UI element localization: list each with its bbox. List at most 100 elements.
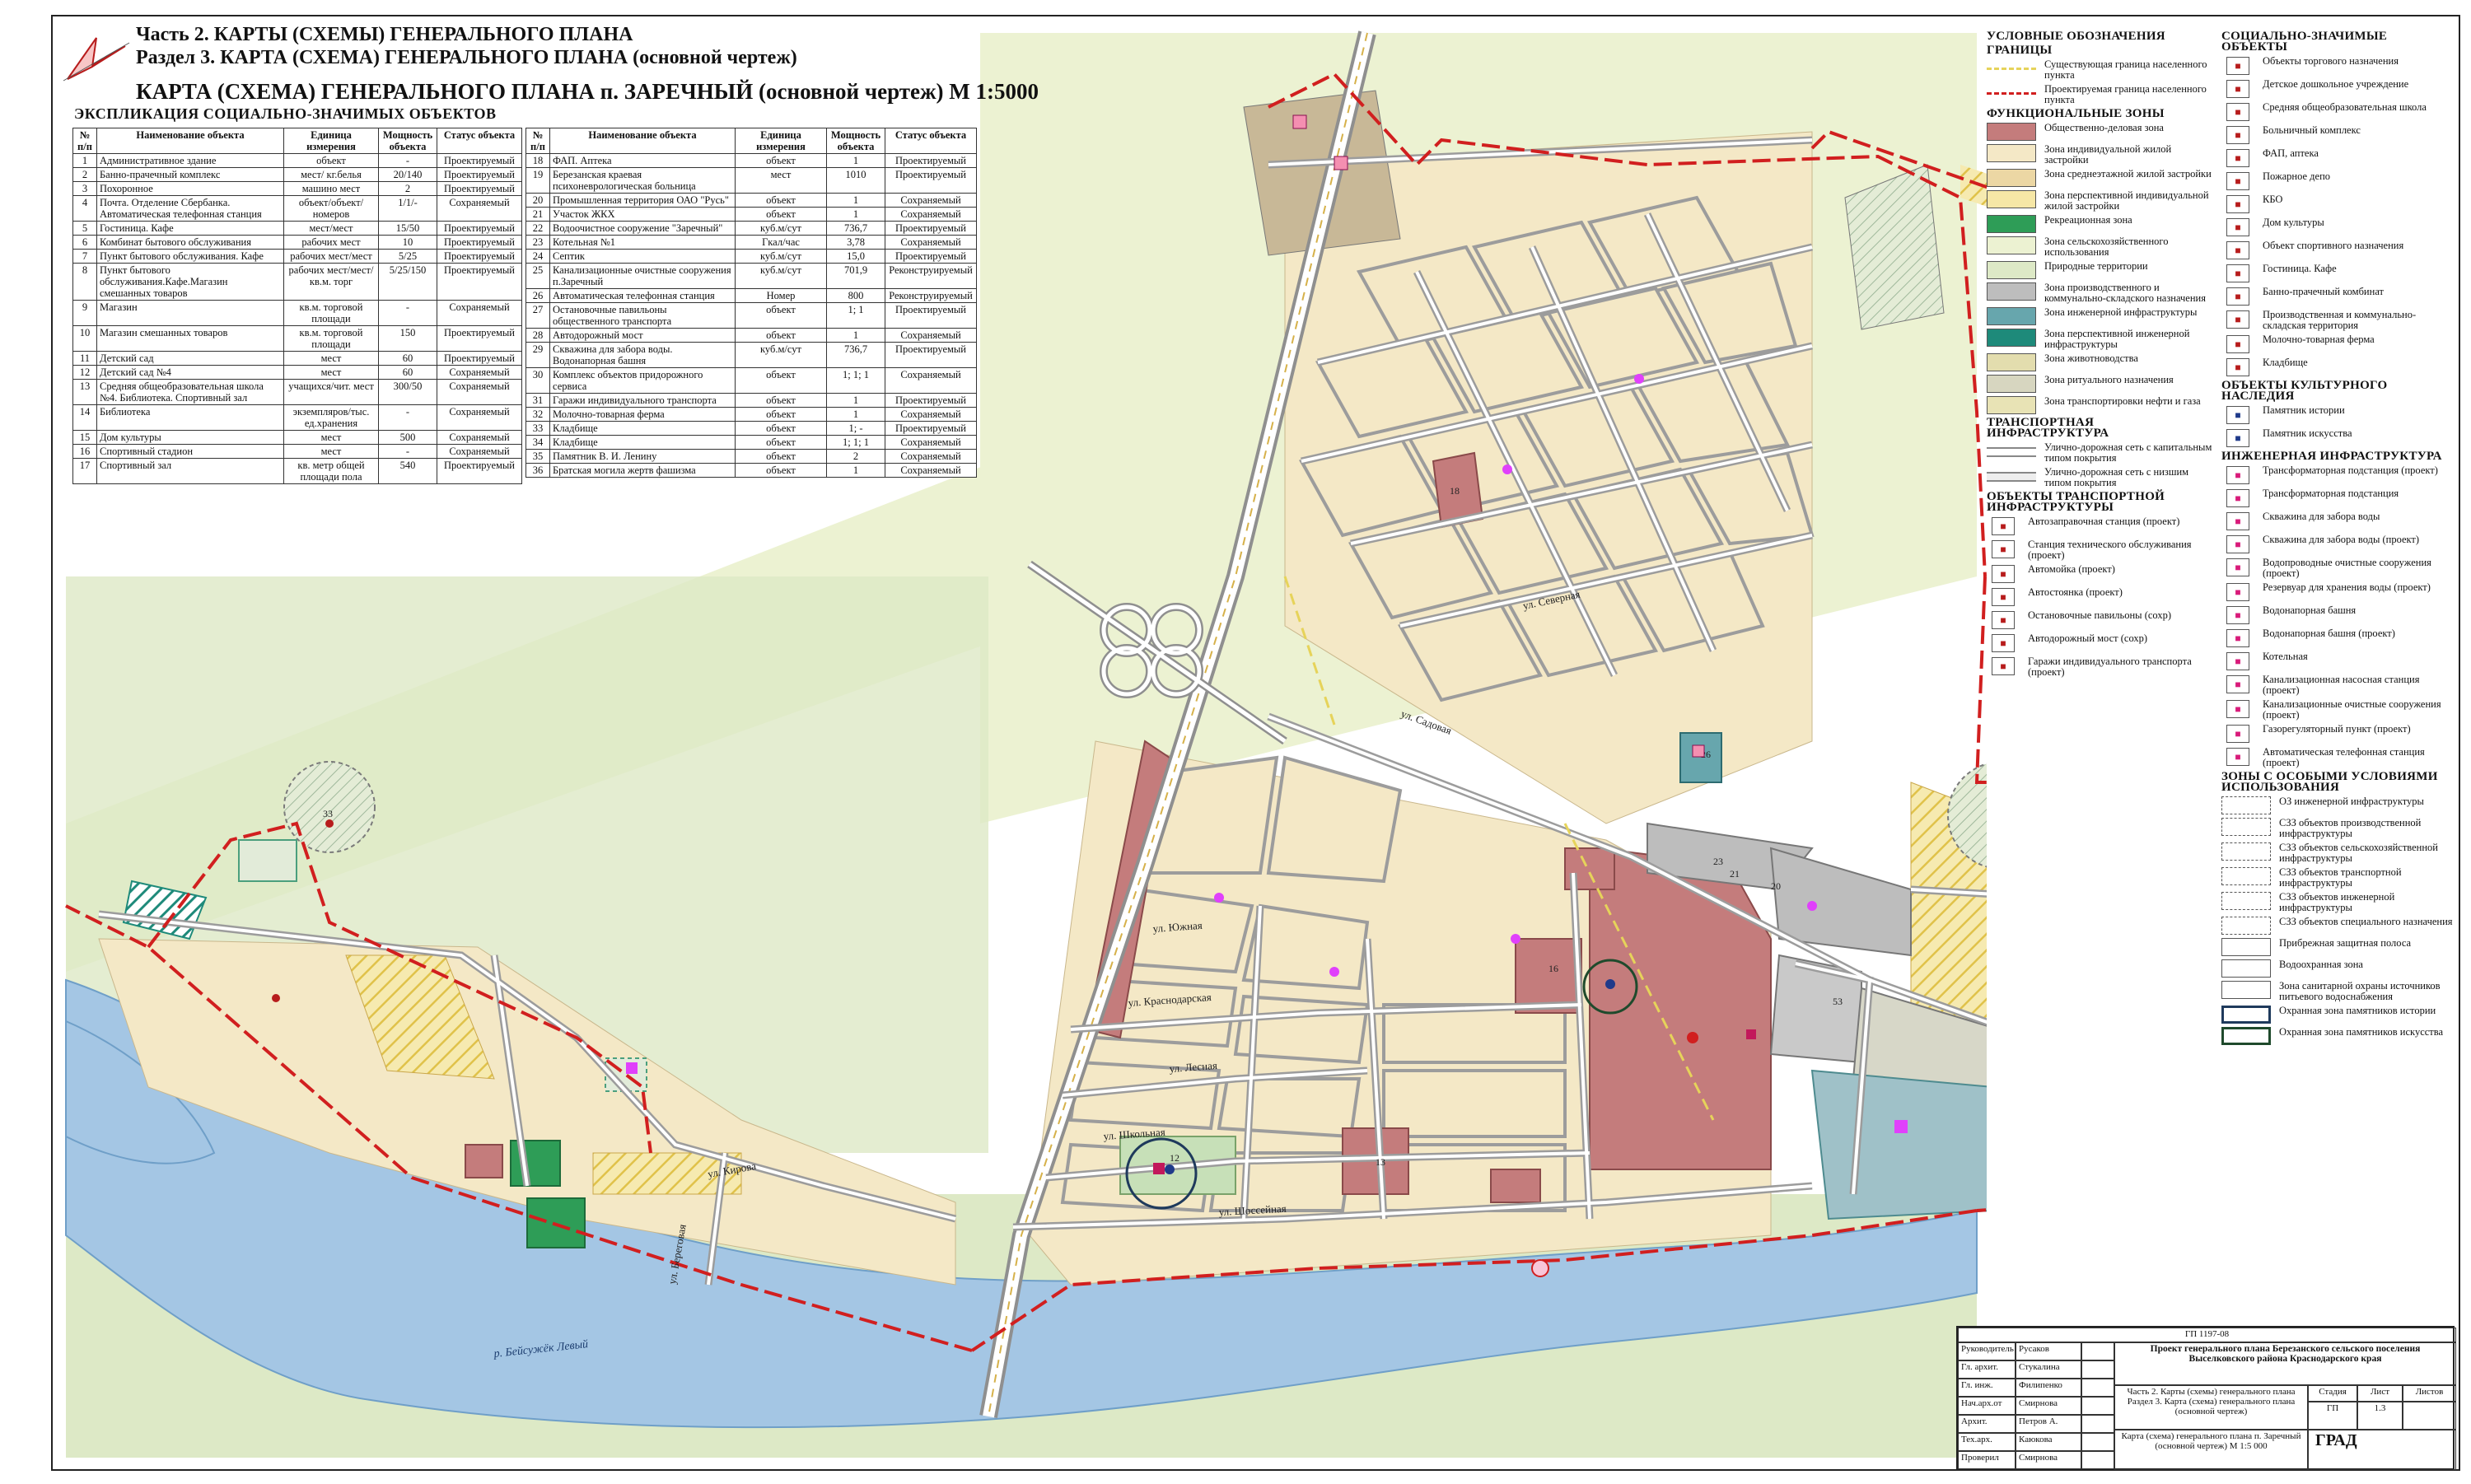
legend-label: Газорегуляторный пункт (проект) (2263, 723, 2411, 735)
table-cell: рабочих мест (283, 235, 379, 250)
legend-item: СЗЗ объектов транспортной инфраструктуры (2221, 867, 2456, 889)
table-cell: Сохраняемый (885, 463, 977, 478)
table-cell: Проектируемый (437, 351, 522, 366)
table-cell: 35 (525, 449, 550, 464)
table-cell: Комбинат бытового обслуживания (96, 235, 284, 250)
table-cell: 5 (72, 221, 97, 236)
table-cell: Детский сад №4 (96, 365, 284, 380)
table-cell: экземпляров/тыс. ед.хранения (283, 404, 379, 431)
stamp-signature (2081, 1342, 2114, 1360)
table-cell: 19 (525, 167, 550, 194)
symbol-icon: ■ (2226, 466, 2249, 484)
legend-label: Водопроводные очистные сооружения (проек… (2263, 557, 2431, 579)
symbol-icon: ■ (2226, 512, 2249, 530)
table-cell: 150 (378, 325, 437, 352)
symbol-icon: ■ (2226, 629, 2249, 647)
legend-item: Зона индивидуальной жилой застройки (1987, 144, 2213, 166)
symbol-icon: ■ (2226, 748, 2249, 766)
legend-item: Проектируемая граница населенного пункта (1987, 84, 2213, 105)
legend-label: Больничный комплекс (2263, 124, 2361, 136)
symbol-icon: ■ (2226, 149, 2249, 167)
table-cell: Магазин смешанных товаров (96, 325, 284, 352)
legend-boundaries-title: ГРАНИЦЫ (1987, 44, 2053, 57)
legend-swatch (1987, 375, 2036, 393)
legend-label: СЗЗ объектов специального назначения (2279, 916, 2453, 927)
table-cell: Септик (549, 249, 736, 264)
table-cell: объект (735, 207, 827, 222)
legend-label: Трансформаторная подстанция (2263, 488, 2399, 499)
legend-label: Средняя общеобразовательная школа (2263, 101, 2427, 113)
table-cell: рабочих мест/мест (283, 249, 379, 264)
table-cell: Проектируемый (885, 302, 977, 329)
table-cell: 736,7 (826, 221, 885, 236)
legend-item: Улично-дорожная сеть с капитальным типом… (1987, 442, 2213, 464)
legend-item: Рекреационная зона (1987, 215, 2213, 233)
col-status: Статус объекта (437, 128, 522, 154)
legend-label: Прибрежная защитная полоса (2279, 937, 2412, 949)
legend-label: Зона перспективной индивидуальной жилой … (2044, 189, 2209, 212)
symbol-icon: ■ (1992, 517, 2015, 535)
table-cell: Канализационные очистные сооружения п.За… (549, 263, 736, 289)
symbol-icon: ■ (2226, 103, 2249, 121)
public-zone-west[interactable] (465, 1144, 503, 1178)
table-cell: 1; - (826, 421, 885, 436)
ritual-zone-west[interactable] (238, 839, 297, 882)
public-zone-hospital[interactable] (1589, 847, 1772, 1170)
legend-item: ■ Автозаправочная станция (проект) (1987, 516, 2213, 536)
table-cell: Гкал/час (735, 235, 827, 250)
legend-label: Водонапорная башня (2263, 604, 2357, 616)
table-row: 22 Водоочистное сооружение "Заречный" куб.… (525, 221, 977, 236)
table-cell: мест (283, 444, 379, 459)
table-cell: 1 (826, 207, 885, 222)
col-num: № п/п (72, 128, 97, 154)
stamp-person: Русаков (2016, 1342, 2081, 1360)
legend-swatch (1987, 169, 2036, 187)
table-cell: Почта. Отделение Сбербанка. Автоматическ… (96, 195, 284, 222)
table-cell: 1; 1 (826, 302, 885, 329)
legend-symbol: ■ (2221, 465, 2254, 485)
legend-item: ■ Больничный комплекс (2221, 125, 2456, 145)
legend-symbol: ■ (2221, 125, 2254, 145)
table-row: 14 Библиотека экземпляров/тыс. ед.хранения… (72, 404, 522, 431)
lot-number: 13 (1376, 1156, 1385, 1168)
legend-item: ■ Кладбище (2221, 357, 2456, 377)
table-cell: 1 (826, 393, 885, 408)
symbol-icon: ■ (2226, 406, 2249, 424)
legend-label: Остановочные павильоны (сохр) (2028, 609, 2172, 621)
transformer-icon (1531, 1259, 1549, 1277)
legend-zones-title: ФУНКЦИОНАЛЬНЫЕ ЗОНЫ (1987, 107, 2165, 120)
table-row: 27 Остановочные павильоны общественного т… (525, 302, 977, 329)
table-row: 26 Автоматическая телефонная станция Номер… (525, 288, 977, 303)
symbol-icon: ■ (2226, 126, 2249, 144)
legend-label: Автодорожный мост (сохр) (2028, 632, 2148, 644)
table-cell: 28 (525, 328, 550, 343)
table-cell: мест (735, 167, 827, 194)
legend-zone-outline (2221, 938, 2271, 956)
cemetery-zone-west[interactable] (283, 761, 376, 853)
legend-label: ФАП, аптека (2263, 147, 2319, 159)
stamp-person: Филипенко (2016, 1379, 2081, 1397)
symbol-icon: ■ (1992, 657, 2015, 675)
legend-label: Проектируемая граница населенного пункта (2044, 83, 2207, 105)
car-wash-icon (1692, 744, 1705, 758)
legend-symbol: ■ (2221, 488, 2254, 508)
symbol-icon: ■ (1992, 588, 2015, 606)
legend-item: ■ Станция технического обслуживания (прое… (1987, 539, 2213, 561)
stamp-signature (2081, 1433, 2114, 1451)
legend-symbol: ■ (2221, 334, 2254, 354)
stamp-role: Гл. архит. (1958, 1360, 2016, 1379)
lot-number: 33 (323, 808, 333, 819)
legend-symbol: ■ (2221, 148, 2254, 168)
legend-item: Зона животноводства (1987, 353, 2213, 371)
legend-item: Зона ритуального назначения (1987, 375, 2213, 393)
symbol-icon: ■ (1992, 634, 2015, 652)
legend-zone-outline (2221, 981, 2271, 999)
symbol-icon: ■ (2226, 358, 2249, 376)
engineering-zone-lake[interactable] (1810, 1069, 1994, 1220)
public-zone-block-e[interactable] (1490, 1169, 1541, 1203)
table-cell: Промышленная территория ОАО "Русь" (549, 193, 736, 208)
legend-item: ■ Памятник истории (2221, 405, 2456, 425)
symbol-icon: ■ (2226, 287, 2249, 306)
legend-label: Канализационная насосная станция (проект… (2263, 674, 2420, 696)
legend-symbol: ■ (1987, 564, 2020, 584)
